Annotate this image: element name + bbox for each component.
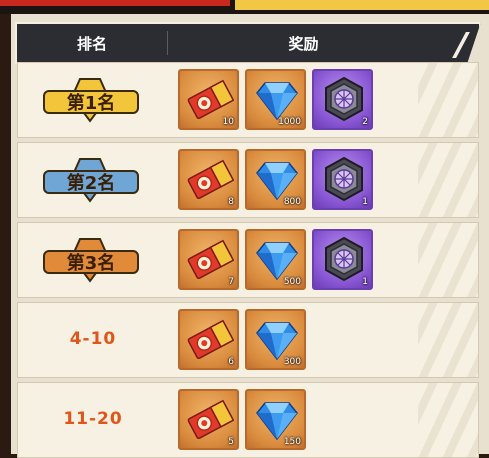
rank-badge-gold: 第1名 xyxy=(42,77,140,123)
item-count: 500 xyxy=(283,277,301,287)
reward-row: 第2名 8 800 1 xyxy=(17,142,479,218)
reward-items: 5 150 xyxy=(178,389,306,450)
item-count: 1 xyxy=(362,197,368,207)
item-count: 1 xyxy=(362,277,368,287)
item-count: 150 xyxy=(283,437,301,447)
svg-text:第3名: 第3名 xyxy=(67,252,116,274)
reward-row: 4-10 6 300 xyxy=(17,302,479,378)
row-stripe-decoration xyxy=(418,303,478,377)
rank-badge-silver: 第2名 xyxy=(42,157,140,203)
item-count: 10 xyxy=(222,117,234,127)
reward-items: 7 500 1 xyxy=(178,229,373,290)
top-accent-yellow xyxy=(235,0,489,10)
reward-panel: 排名 奖励 第1名 10 1000 2 第2名 8 800 1 第3名 7 50… xyxy=(11,14,489,458)
reward-item[interactable]: 500 xyxy=(245,229,306,290)
reward-row: 第3名 7 500 1 xyxy=(17,222,479,298)
reward-column-header: 奖励 xyxy=(288,34,319,53)
reward-item[interactable]: 10 xyxy=(178,69,239,130)
table-header: 排名 奖励 xyxy=(15,22,481,64)
reward-item[interactable]: 8 xyxy=(178,149,239,210)
item-count: 8 xyxy=(228,197,234,207)
reward-item[interactable]: 1 xyxy=(312,229,373,290)
svg-text:第2名: 第2名 xyxy=(67,172,116,194)
reward-item[interactable]: 150 xyxy=(245,389,306,450)
item-count: 1000 xyxy=(278,117,301,127)
reward-item[interactable]: 1 xyxy=(312,149,373,210)
reward-item[interactable]: 7 xyxy=(178,229,239,290)
item-count: 7 xyxy=(228,277,234,287)
rank-badge-bronze: 第3名 xyxy=(42,237,140,283)
reward-row: 第1名 10 1000 2 xyxy=(17,62,479,138)
svg-text:第1名: 第1名 xyxy=(67,92,116,114)
row-stripe-decoration xyxy=(418,383,478,457)
top-accent-red xyxy=(0,0,230,6)
reward-item[interactable]: 800 xyxy=(245,149,306,210)
reward-item[interactable]: 5 xyxy=(178,389,239,450)
rank-range-label: 4-10 xyxy=(69,329,117,349)
reward-items: 10 1000 2 xyxy=(178,69,373,130)
rank-range-label: 11-20 xyxy=(63,409,123,429)
item-count: 300 xyxy=(283,357,301,367)
reward-item[interactable]: 1000 xyxy=(245,69,306,130)
item-count: 2 xyxy=(362,117,368,127)
item-count: 6 xyxy=(228,357,234,367)
row-stripe-decoration xyxy=(418,63,478,137)
item-count: 5 xyxy=(228,437,234,447)
top-border xyxy=(0,0,489,14)
item-count: 800 xyxy=(283,197,301,207)
reward-item[interactable]: 2 xyxy=(312,69,373,130)
row-stripe-decoration xyxy=(418,223,478,297)
reward-items: 6 300 xyxy=(178,309,306,370)
reward-item[interactable]: 300 xyxy=(245,309,306,370)
reward-items: 8 800 1 xyxy=(178,149,373,210)
rank-column-header: 排名 xyxy=(76,34,107,53)
reward-item[interactable]: 6 xyxy=(178,309,239,370)
row-stripe-decoration xyxy=(418,143,478,217)
reward-row: 11-20 5 150 xyxy=(17,382,479,458)
